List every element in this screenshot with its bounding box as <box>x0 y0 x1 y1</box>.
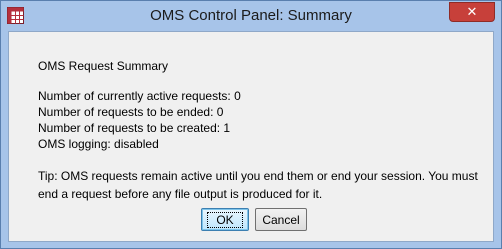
summary-heading: OMS Request Summary <box>38 59 169 73</box>
dialog-body: OMS Request Summary Number of currently … <box>8 31 494 242</box>
cancel-button[interactable]: Cancel <box>255 208 307 231</box>
tip-text: Tip: OMS requests remain active until yo… <box>38 169 478 201</box>
close-button[interactable]: ✕ <box>449 2 495 22</box>
requests-ended-text: Number of requests to be ended: 0 <box>38 105 224 119</box>
close-icon: ✕ <box>466 4 478 20</box>
dialog-window: OMS Control Panel: Summary ✕ OMS Request… <box>0 0 502 249</box>
active-requests-text: Number of currently active requests: 0 <box>38 89 241 103</box>
ok-button[interactable]: OK <box>201 208 249 231</box>
requests-created-text: Number of requests to be created: 1 <box>38 121 231 135</box>
oms-logging-text: OMS logging: disabled <box>38 137 159 151</box>
window-title: OMS Control Panel: Summary <box>150 7 352 24</box>
ok-button-label: OK <box>207 211 243 228</box>
cancel-button-label: Cancel <box>262 212 300 227</box>
title-bar[interactable]: OMS Control Panel: Summary ✕ <box>1 1 501 31</box>
